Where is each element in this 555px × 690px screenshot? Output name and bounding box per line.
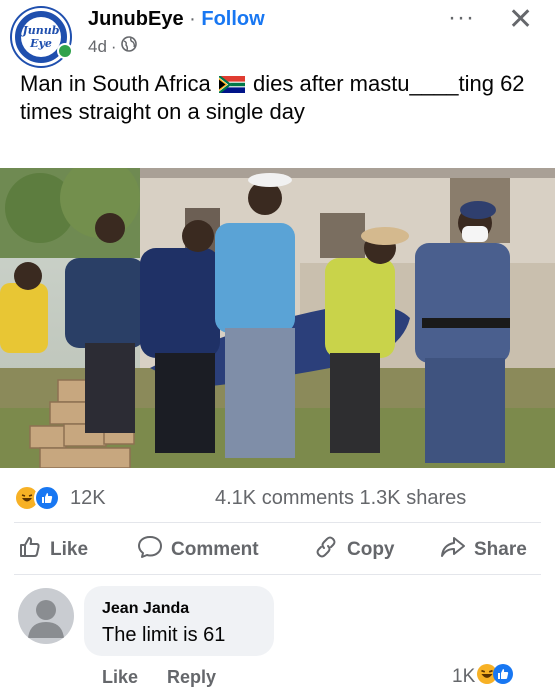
caption-text-part1: Man in South Africa (20, 71, 211, 96)
comments-shares-count[interactable]: 4.1K comments 1.3K shares (215, 487, 466, 510)
header-separator: · (183, 8, 202, 30)
like-reaction-icon (34, 485, 60, 511)
meta-separator: · (110, 36, 117, 56)
divider (14, 574, 541, 575)
thumbs-up-icon (18, 535, 42, 565)
share-arrow-icon (440, 535, 466, 565)
reactions-count[interactable]: 12K (70, 487, 106, 510)
avatar-text-line2: Eye (30, 37, 52, 50)
comment-bubble-icon (137, 535, 163, 565)
page-header-line: JunubEye · Follow (88, 8, 265, 31)
avatar-logo: Junub Eye (21, 17, 61, 57)
copy-button[interactable]: Copy (313, 535, 395, 565)
avatar-text-line1: Junub (22, 24, 60, 37)
follow-button[interactable]: Follow (201, 8, 264, 30)
comment-reaction-count[interactable]: 1K (452, 664, 514, 690)
south-africa-flag-icon (218, 72, 245, 94)
comment-button[interactable]: Comment (137, 535, 259, 565)
reaction-icons[interactable] (14, 485, 60, 511)
share-button[interactable]: Share (440, 535, 527, 565)
like-reaction-icon (493, 664, 514, 690)
close-icon[interactable]: ✕ (508, 2, 533, 37)
like-label: Like (50, 539, 89, 560)
page-name[interactable]: JunubEye (88, 8, 184, 30)
online-status-dot (57, 43, 73, 59)
post-photo[interactable] (0, 168, 555, 468)
copy-label: Copy (347, 539, 395, 560)
link-icon (313, 535, 339, 565)
comment-label: Comment (171, 539, 259, 560)
post-age[interactable]: 4d (88, 37, 107, 57)
more-options-icon[interactable]: ··· (448, 4, 475, 32)
share-label: Share (474, 539, 527, 560)
commenter-avatar[interactable] (18, 588, 74, 644)
like-button[interactable]: Like (18, 535, 88, 565)
divider (14, 522, 541, 523)
comment-author[interactable]: Jean Janda (102, 600, 189, 618)
post-meta: 4d · (88, 36, 137, 57)
globe-icon (120, 36, 137, 57)
comment-text: The limit is 61 (102, 624, 226, 646)
post-caption: Man in South Africa dies after mastu____… (20, 70, 535, 126)
